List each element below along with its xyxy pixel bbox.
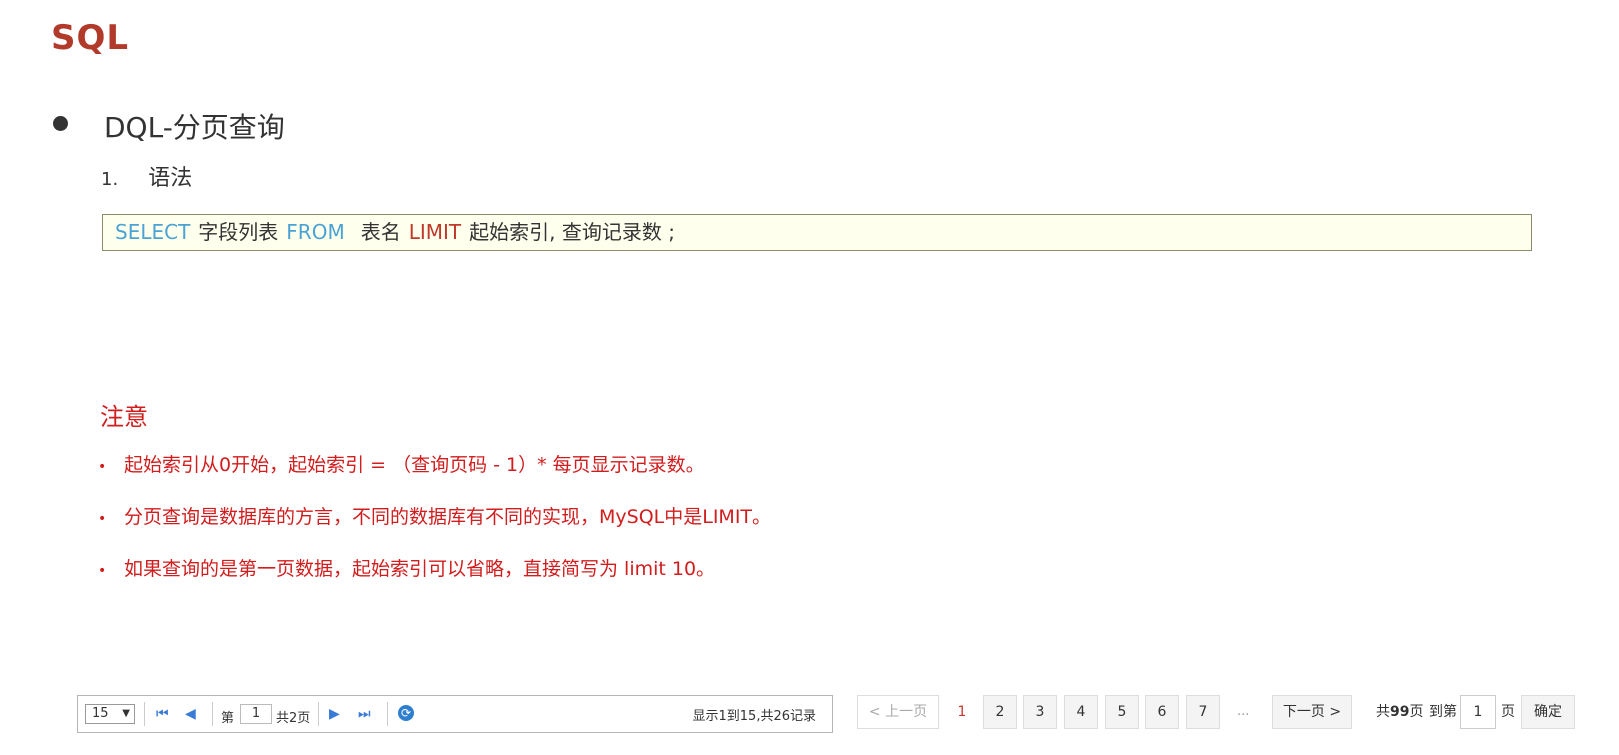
page-size-select[interactable]: 15 ▼ (85, 704, 135, 724)
note-list: • 起始索引从0开始，起始索引 = （查询页码 - 1）* 每页显示记录数。 • 分… (98, 452, 771, 608)
pagination-ellipsis: ... (1237, 704, 1250, 719)
bullet-dot-icon (53, 116, 68, 131)
page-title: SQL (51, 18, 130, 58)
page-prefix: 第 (221, 711, 235, 726)
next-page-button[interactable]: 下一页 > (1272, 695, 1352, 729)
record-info: 显示1到15,共26记录 (692, 709, 817, 724)
keyword-limit: LIMIT (408, 220, 462, 244)
page-button-6[interactable]: 6 (1145, 695, 1179, 729)
bullet-icon: • (98, 563, 107, 579)
current-page: 1 (957, 704, 967, 720)
bullet-icon: • (98, 511, 107, 527)
refresh-icon[interactable]: ⟳ (398, 705, 414, 721)
page-button-4[interactable]: 4 (1064, 695, 1098, 729)
prev-page-button[interactable]: < 上一页 (857, 695, 939, 729)
page-button-3[interactable]: 3 (1023, 695, 1057, 729)
total-pages-label: 共99页 (1376, 704, 1424, 720)
page-total-label: 共2页 (276, 711, 311, 726)
goto-page-input[interactable]: 1 (1460, 695, 1496, 729)
page-number-input[interactable]: 1 (240, 704, 272, 724)
page-button-5[interactable]: 5 (1105, 695, 1139, 729)
numbered-item: 1. 语法 (101, 160, 192, 192)
code-table: 表名 (360, 220, 401, 244)
note-title: 注意 (100, 403, 148, 431)
note-item: • 起始索引从0开始，起始索引 = （查询页码 - 1）* 每页显示记录数。 (98, 452, 771, 504)
note-item: • 如果查询的是第一页数据，起始索引可以省略，直接简写为 limit 10。 (98, 556, 771, 608)
confirm-button[interactable]: 确定 (1521, 695, 1575, 729)
pager-toolbar: 15 ▼ ⏮ ◀ 第 1 共2页 ▶ ⏭ ⟳ 显示1到15,共26记录 (77, 695, 833, 733)
prev-page-icon[interactable]: ◀ (185, 706, 196, 722)
keyword-from: FROM (286, 220, 345, 244)
bullet-icon: • (98, 459, 107, 475)
item-number: 1. (101, 169, 119, 190)
keyword-select: SELECT (115, 220, 191, 244)
next-page-icon[interactable]: ▶ (329, 706, 340, 722)
goto-label: 到第 (1429, 704, 1457, 720)
page-button-7[interactable]: 7 (1186, 695, 1220, 729)
code-fields: 字段列表 (198, 220, 279, 244)
code-args: 起始索引, 查询记录数 ; (469, 220, 675, 244)
section-heading: DQL-分页查询 (104, 111, 285, 144)
item-label: 语法 (148, 166, 193, 191)
sql-syntax-box: SELECT 字段列表 FROM 表名 LIMIT 起始索引, 查询记录数 ; (102, 214, 1532, 251)
last-page-icon[interactable]: ⏭ (358, 706, 371, 722)
page-button-2[interactable]: 2 (983, 695, 1017, 729)
page-unit-label: 页 (1501, 704, 1515, 720)
chevron-down-icon: ▼ (122, 708, 130, 719)
note-item: • 分页查询是数据库的方言，不同的数据库有不同的实现，MySQL中是LIMIT。 (98, 504, 771, 556)
first-page-icon[interactable]: ⏮ (156, 706, 169, 722)
